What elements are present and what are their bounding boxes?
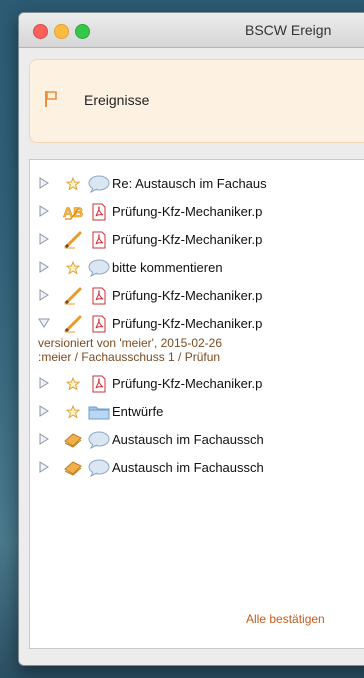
title-bar: BSCW Ereign (19, 13, 364, 48)
comment-icon (88, 174, 110, 194)
event-detail-line: versioniert von 'meier', 2015-02-26 (38, 336, 223, 350)
flag-icon (44, 90, 58, 113)
disclosure-triangle-right-icon[interactable] (38, 433, 50, 448)
comment-icon (88, 258, 110, 278)
event-label[interactable]: Prüfung-Kfz-Mechaniker.p (112, 288, 262, 303)
pdf-icon (88, 374, 110, 394)
event-row[interactable]: Prüfung-Kfz-Mechaniker.p (30, 282, 364, 310)
zoom-button[interactable] (75, 24, 90, 39)
disclosure-triangle-right-icon[interactable] (38, 289, 50, 304)
pdf-icon (88, 202, 110, 222)
pencil-icon (62, 286, 84, 306)
pdf-icon (88, 286, 110, 306)
event-label[interactable]: Austausch im Fachaussch (112, 432, 264, 447)
event-row[interactable]: Austausch im Fachaussch (30, 454, 364, 482)
event-row[interactable]: Prüfung-Kfz-Mechaniker.p (30, 370, 364, 398)
events-list: Alle bestätigen Re: Austausch im Fachaus… (29, 159, 364, 649)
event-row[interactable]: AB Prüfung-Kfz-Mechaniker.p (30, 198, 364, 226)
event-row[interactable]: Prüfung-Kfz-Mechaniker.p (30, 226, 364, 254)
disclosure-triangle-right-icon[interactable] (38, 377, 50, 392)
confirm-all-link[interactable]: Alle bestätigen (246, 612, 325, 626)
star-icon (62, 258, 84, 278)
disclosure-triangle-right-icon[interactable] (38, 461, 50, 476)
event-row[interactable]: Entwürfe (30, 398, 364, 426)
event-label[interactable]: Prüfung-Kfz-Mechaniker.p (112, 232, 262, 247)
comment-icon (88, 430, 110, 450)
comment-icon (88, 458, 110, 478)
event-row[interactable]: Prüfung-Kfz-Mechaniker.p (30, 310, 364, 338)
svg-text:AB: AB (63, 204, 83, 220)
event-label[interactable]: Entwürfe (112, 404, 163, 419)
pdf-icon (88, 314, 110, 334)
pencil-icon (62, 230, 84, 250)
star-icon (62, 374, 84, 394)
event-label[interactable]: Prüfung-Kfz-Mechaniker.p (112, 204, 262, 219)
event-label[interactable]: Prüfung-Kfz-Mechaniker.p (112, 376, 262, 391)
disclosure-triangle-right-icon[interactable] (38, 405, 50, 420)
disclosure-triangle-right-icon[interactable] (38, 177, 50, 192)
event-detail-line: :meier / Fachausschuss 1 / Prüfun (38, 350, 221, 364)
bottom-bar (19, 651, 364, 665)
disclosure-triangle-right-icon[interactable] (38, 261, 50, 276)
star-icon (62, 402, 84, 422)
header-title: Ereignisse (84, 92, 150, 108)
event-row[interactable]: Re: Austausch im Fachaus (30, 170, 364, 198)
event-label[interactable]: bitte kommentieren (112, 260, 223, 275)
events-header: Ereignisse (29, 59, 364, 143)
close-button[interactable] (33, 24, 48, 39)
pdf-icon (88, 230, 110, 250)
notes-icon (62, 458, 84, 478)
minimize-button[interactable] (54, 24, 69, 39)
pencil-icon (62, 314, 84, 334)
disclosure-triangle-right-icon[interactable] (38, 205, 50, 220)
window-title: BSCW Ereign (245, 22, 332, 38)
event-label[interactable]: Austausch im Fachaussch (112, 460, 264, 475)
event-row[interactable]: Austausch im Fachaussch (30, 426, 364, 454)
ab-spelling-icon: AB (62, 202, 84, 222)
notes-icon (62, 430, 84, 450)
star-icon (62, 174, 84, 194)
event-label[interactable]: Prüfung-Kfz-Mechaniker.p (112, 316, 262, 331)
bscw-window: BSCW Ereign Ereignisse Alle bestätigen R… (18, 12, 364, 666)
disclosure-triangle-down-icon[interactable] (38, 317, 50, 332)
disclosure-triangle-right-icon[interactable] (38, 233, 50, 248)
folder-icon (88, 402, 110, 422)
event-row[interactable]: bitte kommentieren (30, 254, 364, 282)
event-label[interactable]: Re: Austausch im Fachaus (112, 176, 267, 191)
